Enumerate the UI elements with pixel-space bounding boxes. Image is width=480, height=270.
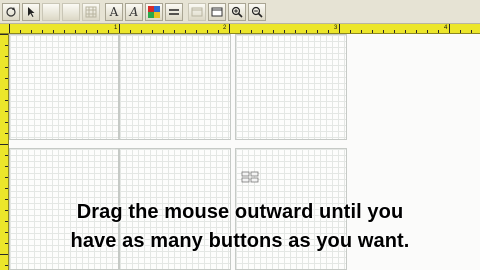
ruler-tick xyxy=(97,30,98,33)
ruler-tick xyxy=(196,30,197,33)
ruler-tick xyxy=(339,24,340,33)
grid-icon[interactable] xyxy=(82,2,100,21)
ruler-tick xyxy=(5,166,8,167)
horizontal-ruler[interactable]: 1 2 3 4 xyxy=(0,24,480,34)
ruler-tick xyxy=(438,30,439,33)
ruler-tick xyxy=(141,30,142,33)
ruler-tick xyxy=(5,199,8,200)
ruler-tick xyxy=(5,78,8,79)
ruler-tick xyxy=(5,56,8,57)
toolbar: A A xyxy=(0,0,480,24)
ruler-tick xyxy=(207,30,208,33)
ruler-tick xyxy=(5,155,8,156)
ruler-tick xyxy=(0,34,8,35)
ruler-tick xyxy=(20,30,21,33)
ruler-tick xyxy=(361,30,362,33)
ruler-tick xyxy=(5,177,8,178)
refresh-icon[interactable] xyxy=(2,2,20,21)
ruler-tick xyxy=(5,89,8,90)
ruler-tick xyxy=(108,30,109,33)
ruler-tick xyxy=(306,30,307,33)
ruler-tick xyxy=(185,30,186,33)
ruler-tick xyxy=(383,30,384,33)
blank-icon[interactable] xyxy=(62,2,80,21)
ruler-tick xyxy=(471,30,472,33)
button-cell[interactable] xyxy=(9,34,119,140)
caption-line-1: Drag the mouse outward until you xyxy=(76,201,404,223)
pointer-icon[interactable] xyxy=(22,2,40,21)
ruler-tick xyxy=(5,188,8,189)
zoom-in-icon[interactable] xyxy=(228,2,246,21)
ruler-tick xyxy=(86,30,87,33)
ruler-tick xyxy=(5,45,8,46)
ruler-tick xyxy=(251,30,252,33)
window-icon[interactable] xyxy=(208,2,226,21)
ruler-tick xyxy=(130,30,131,33)
ruler-mark: 3 xyxy=(334,25,338,31)
window-icon[interactable] xyxy=(188,2,206,21)
zoom-out-icon[interactable] xyxy=(248,2,266,21)
ruler-tick xyxy=(328,30,329,33)
caption-line-2: have as many buttons as you want. xyxy=(70,230,410,252)
ruler-tick xyxy=(372,30,373,33)
ruler-tick xyxy=(42,30,43,33)
ruler-tick xyxy=(31,30,32,33)
blank-icon[interactable] xyxy=(42,2,60,21)
text-style-icon-glyph: A xyxy=(129,4,139,19)
ruler-tick xyxy=(449,24,450,33)
lines-icon[interactable] xyxy=(165,2,183,21)
ruler-tick xyxy=(416,30,417,33)
ruler-tick xyxy=(9,24,10,33)
ruler-tick xyxy=(5,122,8,123)
ruler-tick xyxy=(262,30,263,33)
ruler-mark: 2 xyxy=(223,25,227,31)
ruler-tick xyxy=(460,30,461,33)
ruler-tick xyxy=(218,30,219,33)
ruler-tick xyxy=(75,30,76,33)
ruler-tick xyxy=(5,100,8,101)
ruler-tick xyxy=(64,30,65,33)
ruler-tick xyxy=(229,24,230,33)
ruler-tick xyxy=(394,30,395,33)
ruler-tick xyxy=(240,30,241,33)
ruler-tick xyxy=(284,30,285,33)
drag-handle-icon[interactable] xyxy=(241,170,259,183)
ruler-tick xyxy=(5,133,8,134)
ruler-tick xyxy=(174,30,175,33)
ruler-tick xyxy=(317,30,318,33)
ruler-tick xyxy=(5,265,8,266)
ruler-tick xyxy=(163,30,164,33)
ruler-tick xyxy=(5,67,8,68)
text-icon[interactable]: A xyxy=(105,2,123,21)
ruler-tick xyxy=(350,30,351,33)
ruler-tick xyxy=(405,30,406,33)
ruler-tick xyxy=(152,30,153,33)
text-icon-glyph: A xyxy=(109,4,119,19)
text-style-icon[interactable]: A xyxy=(125,2,143,21)
ruler-tick xyxy=(273,30,274,33)
ruler-mark: 1 xyxy=(114,25,118,31)
ruler-tick xyxy=(53,30,54,33)
ruler-tick xyxy=(119,24,120,33)
ruler-tick xyxy=(0,144,8,145)
button-cell[interactable] xyxy=(235,34,347,140)
ruler-tick xyxy=(5,111,8,112)
ruler-tick xyxy=(295,30,296,33)
ruler-mark: 4 xyxy=(444,25,448,31)
color-palette-icon[interactable] xyxy=(145,2,163,21)
ruler-tick xyxy=(0,254,8,255)
ruler-tick xyxy=(427,30,428,33)
button-cell[interactable] xyxy=(119,34,231,140)
